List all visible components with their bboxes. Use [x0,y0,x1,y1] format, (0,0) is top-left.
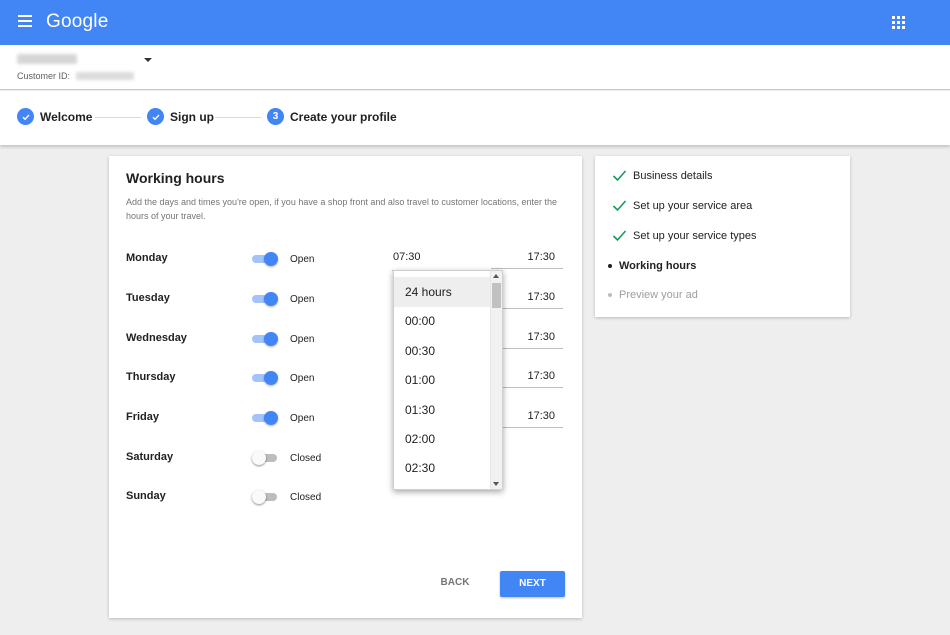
scrollbar-thumb[interactable] [492,283,501,308]
card-description: Add the days and times you're open, if y… [126,197,557,221]
status-saturday: Closed [290,453,322,464]
day-label-wednesday: Wednesday [126,332,187,344]
step-connector [215,117,261,118]
status-sunday: Closed [290,492,322,503]
status-monday: Open [290,254,315,265]
step-label: Sign up [170,109,214,124]
time-option-24-hours[interactable]: 24 hours [394,277,490,307]
toggle-monday[interactable] [252,252,278,266]
step-sign-up: Sign up [147,108,214,125]
setup-stepper: Welcome Sign up 3 Create your profile [0,91,950,145]
check-circle-icon [147,108,164,125]
dropdown-scrollbar[interactable] [490,271,502,489]
back-button[interactable]: BACK [427,570,483,596]
toggle-wednesday[interactable] [252,332,278,346]
status-friday: Open [290,413,315,424]
top-app-bar: Google [0,0,950,45]
step-welcome: Welcome [17,108,92,125]
profile-progress-card: Business details Set up your service are… [595,156,850,317]
step-create-profile: 3 Create your profile [267,108,397,125]
time-option[interactable]: 02:00 [394,424,490,454]
customer-id-redacted [76,72,134,80]
progress-item-business-details: Business details [612,169,713,182]
day-label-monday: Monday [126,252,168,264]
menu-icon[interactable] [18,15,32,27]
day-label-saturday: Saturday [126,451,174,463]
check-circle-icon [17,108,34,125]
google-logo[interactable]: Google [46,11,108,33]
step-label: Create your profile [290,109,397,124]
close-time-value: 17:30 [527,251,555,263]
day-label-thursday: Thursday [126,371,176,383]
toggle-thursday[interactable] [252,371,278,385]
status-wednesday: Open [290,334,315,345]
close-time-value: 17:30 [527,291,555,303]
close-time-value: 17:30 [527,370,555,382]
time-option[interactable]: 01:30 [394,395,490,425]
progress-item-label: Working hours [619,260,697,272]
time-option[interactable]: 00:30 [394,336,490,366]
progress-item-preview-ad: Preview your ad [608,289,698,301]
check-icon [612,230,627,242]
time-option[interactable]: 01:00 [394,365,490,395]
status-tuesday: Open [290,294,315,305]
bullet-dot-icon [608,264,612,268]
toggle-friday[interactable] [252,411,278,425]
close-time-value: 17:30 [527,331,555,343]
account-bar [0,45,950,90]
bullet-dot-icon [608,293,612,297]
progress-item-label: Set up your service types [633,229,757,242]
toggle-saturday[interactable] [252,451,277,465]
close-time-value: 17:30 [527,410,555,422]
toggle-tuesday[interactable] [252,292,278,306]
step-connector [95,117,141,118]
progress-item-working-hours: Working hours [608,260,696,272]
time-option[interactable]: 00:00 [394,306,490,336]
day-label-tuesday: Tuesday [126,292,170,304]
apps-grid-icon[interactable] [892,16,905,29]
working-hours-card: Working hours Add the days and times you… [109,156,582,618]
time-dropdown-list[interactable]: 24 hours 00:00 00:30 01:00 01:30 02:00 0… [393,270,503,490]
check-icon [612,200,627,212]
status-thursday: Open [290,373,315,384]
check-icon [612,170,627,182]
customer-id-label: Customer ID: [17,71,71,81]
open-time-monday[interactable]: 07:30 [393,251,421,263]
account-name-redacted[interactable] [17,54,77,64]
scroll-down-arrow-icon[interactable] [493,482,499,486]
time-option[interactable]: 02:30 [394,453,490,483]
progress-item-label: Preview your ad [619,289,698,301]
next-button[interactable]: NEXT [500,571,565,597]
step-number-badge: 3 [267,108,284,125]
close-time-field-monday[interactable]: 17:30 [491,248,563,269]
progress-item-label: Set up your service area [633,199,753,212]
progress-item-label: Business details [633,169,713,182]
card-title: Working hours [126,170,225,186]
day-label-friday: Friday [126,411,160,423]
step-label: Welcome [40,109,93,124]
progress-item-service-types: Set up your service types [612,229,757,242]
scroll-up-arrow-icon[interactable] [493,274,499,278]
toggle-sunday[interactable] [252,490,277,504]
account-dropdown-caret-icon[interactable] [144,58,152,62]
progress-item-service-area: Set up your service area [612,199,752,212]
day-label-sunday: Sunday [126,490,166,502]
